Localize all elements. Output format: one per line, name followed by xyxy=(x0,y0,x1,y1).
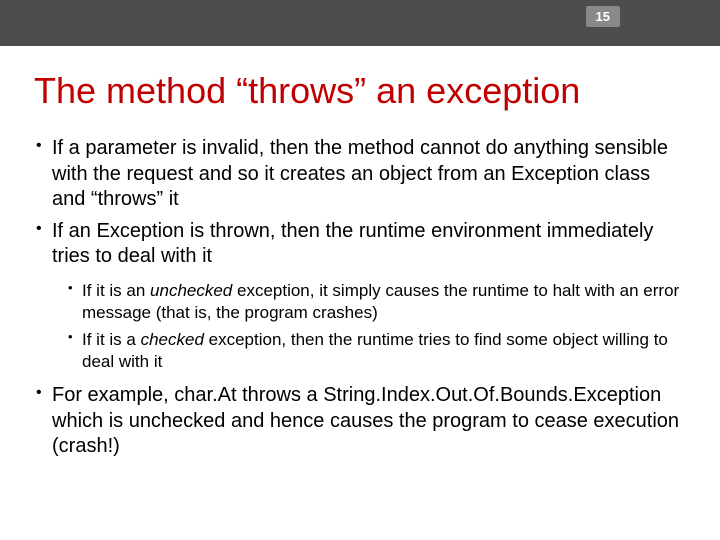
text-run: If it is an xyxy=(82,281,150,300)
slide-number-badge: 15 xyxy=(586,6,620,27)
slide: 15 The method “throws” an exception If a… xyxy=(0,0,720,540)
bullet-item: For example, char.At throws a String.Ind… xyxy=(34,383,686,460)
text-run: If it is a xyxy=(82,330,141,349)
sub-bullet-item: If it is a checked exception, then the r… xyxy=(66,329,686,373)
bullet-item: If a parameter is invalid, then the meth… xyxy=(34,136,686,213)
bullet-item: If an Exception is thrown, then the runt… xyxy=(34,219,686,373)
header-bar: 15 xyxy=(0,0,720,46)
bullet-text: If an Exception is thrown, then the runt… xyxy=(52,220,653,268)
slide-title: The method “throws” an exception xyxy=(0,46,720,126)
bullet-list: If a parameter is invalid, then the meth… xyxy=(34,136,686,460)
emphasis-text: checked xyxy=(141,330,204,349)
emphasis-text: unchecked xyxy=(150,281,232,300)
slide-body: If a parameter is invalid, then the meth… xyxy=(0,126,720,460)
sub-bullet-list: If it is an unchecked exception, it simp… xyxy=(66,280,686,373)
sub-bullet-item: If it is an unchecked exception, it simp… xyxy=(66,280,686,324)
